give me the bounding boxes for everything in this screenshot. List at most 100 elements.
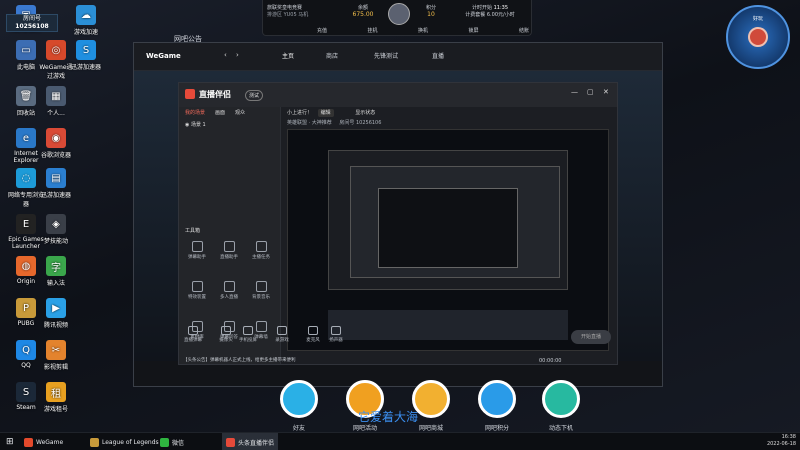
bottom-tool-3[interactable]: 录游戏 <box>269 326 295 343</box>
xunyou-icon: S <box>76 40 96 60</box>
qq-icon: Q <box>16 340 36 360</box>
start-stream-button[interactable]: 开始直播 <box>571 330 611 344</box>
tab-pioneer-test[interactable]: 先锋测试 <box>374 51 398 60</box>
desktop-icon-label: 游戏租号 <box>43 406 68 413</box>
room-badge: 房间号 10256108 <box>6 14 58 32</box>
desktop-video-edit-shortcut[interactable]: ✂ 影视剪辑 <box>38 340 74 371</box>
desktop-icon-label: 迅游加速器 <box>40 192 71 199</box>
clock[interactable]: 16:38 2022-06-18 <box>767 434 796 448</box>
bottom-tool-icon <box>308 326 318 335</box>
game-boost-icon: ☁ <box>76 5 96 25</box>
avatar[interactable] <box>388 3 410 25</box>
dream-icon: ◈ <box>46 214 66 234</box>
tool-icon <box>223 241 235 252</box>
scene-item[interactable]: ◉ 场景 1 <box>185 121 206 128</box>
tool-4[interactable]: 多人直播 <box>215 281 243 300</box>
maximize-icon[interactable]: ▢ <box>587 88 594 96</box>
hangup-button[interactable]: 挂机 <box>367 27 377 34</box>
stream-caption: 它爱着大海 <box>358 410 419 424</box>
desktop-icon-label: 游戏加速 <box>73 29 98 36</box>
desktop-rent-shortcut[interactable]: 租游戏租号 <box>38 382 74 413</box>
minimize-icon[interactable]: — <box>571 88 578 96</box>
category[interactable]: 英雄联盟 · 大神推荐 <box>287 120 332 126</box>
tab-home[interactable]: 主页 <box>282 51 294 60</box>
tool-label: 弹幕助手 <box>188 255 206 260</box>
floating-widget-label: 好玩 <box>752 16 763 22</box>
tool-icon <box>191 281 203 292</box>
tab-store[interactable]: 商店 <box>326 51 338 60</box>
checkout-button[interactable]: 结账 <box>519 27 529 34</box>
clock-date: 2022-06-18 <box>766 441 796 447</box>
tool-0[interactable]: 弹幕助手 <box>183 241 211 260</box>
steam-icon: S <box>16 382 36 402</box>
taskbar-item-label: League of Legends <box>102 438 159 446</box>
notice-bar: 【头条公告】弹幕机器人正式上线，给更多主播带来便利 <box>183 358 296 363</box>
stream-preview <box>287 129 609 351</box>
bottom-tool-icon <box>277 326 287 335</box>
tab-screen[interactable]: 画面 <box>215 109 225 116</box>
forward-icon[interactable]: › <box>236 51 239 59</box>
desktop-game-boost-shortcut[interactable]: ☁ 游戏加速 <box>68 5 104 36</box>
tool-1[interactable]: 直播助手 <box>215 241 243 260</box>
taskbar-item-0[interactable]: WeGame <box>20 433 67 450</box>
stats-title: 旅联奖皇电竞赛 <box>267 5 303 11</box>
tool-3[interactable]: 特效装置 <box>183 281 211 300</box>
bottom-tool-label: 直播弹幕 <box>184 338 202 343</box>
desktop-icon-label: 谷歌浏览器 <box>40 152 71 159</box>
zhibo-title: 直播伴侣 <box>199 90 231 99</box>
bottom-tool-5[interactable]: 扬声器 <box>323 326 349 343</box>
pubg-icon: P <box>16 298 36 318</box>
desktop-dream-shortcut[interactable]: ◈ 梦技能动 <box>38 214 74 245</box>
netbrowser-icon: ◌ <box>16 168 36 188</box>
bottom-tool-0[interactable]: 直播弹幕 <box>180 326 206 343</box>
floating-widget[interactable]: 好玩 <box>726 5 790 69</box>
tool-label: 主播任务 <box>252 255 270 260</box>
tencent-video-icon: ▶ <box>46 298 66 318</box>
origin-icon: ◍ <box>16 256 36 276</box>
app-icon <box>226 437 235 447</box>
desktop-input-method-shortcut[interactable]: 字输入法 <box>38 256 74 287</box>
gold-value: 675.00 <box>352 11 374 18</box>
taskbar-item-1[interactable]: League of Legends <box>86 433 163 450</box>
friends-button[interactable] <box>280 380 318 418</box>
eye-icon: ◉ <box>185 122 190 128</box>
desktop-personal-shortcut[interactable]: ▦ 个人... <box>38 86 74 117</box>
desktop-icon-label: 梦技能动 <box>43 238 68 245</box>
lock-screen-button[interactable]: 锁屏 <box>468 27 478 34</box>
start-button[interactable]: ⊞ <box>2 433 18 450</box>
stream-title-row: 小上进行！ 编辑 显示状态 <box>287 109 607 117</box>
desktop-chrome-shortcut[interactable]: ◉ 谷歌浏览器 <box>38 128 74 159</box>
tool-label: 直播助手 <box>220 255 238 260</box>
desktop-xunyou2-shortcut[interactable]: ▤ 迅游加速器 <box>38 168 74 199</box>
bottom-tool-label: 扬声器 <box>329 338 343 343</box>
netcafe-points-button[interactable] <box>478 380 516 418</box>
close-icon[interactable]: ✕ <box>603 88 609 96</box>
tool-5[interactable]: 背景音乐 <box>247 281 275 300</box>
back-icon[interactable]: ‹ <box>224 51 227 59</box>
tab-live[interactable]: 直播 <box>432 51 444 60</box>
room-id: 房间号 10256106 <box>339 120 382 126</box>
edit-title-button[interactable]: 编辑 <box>317 109 334 117</box>
version-badge: 测试 <box>245 90 264 101</box>
tab-audience[interactable]: 观众 <box>235 109 245 116</box>
switch-machine-button[interactable]: 换机 <box>418 27 428 34</box>
desktop-xunyou-shortcut[interactable]: S 迅游加速器 <box>68 40 104 71</box>
clock-time: 16:38 <box>781 434 796 440</box>
taskbar-item-3[interactable]: 头条直播伴侣 <box>222 433 279 450</box>
desktop-icon-label: 影视剪辑 <box>43 364 68 371</box>
recharge-button[interactable]: 充值 <box>317 27 327 34</box>
gold-label: 余额 <box>357 5 368 11</box>
rent-icon: 租 <box>46 382 66 402</box>
bottom-tool-label: 手机投屏 <box>239 338 257 343</box>
bottom-tool-icon <box>221 326 231 335</box>
tool-2[interactable]: 主播任务 <box>247 241 275 260</box>
desktop-tencent-video-shortcut[interactable]: ▶ 腾讯视频 <box>38 298 74 329</box>
bottom-tool-2[interactable]: 手机投屏 <box>235 326 261 343</box>
tool-icon <box>255 241 267 252</box>
swirl-icon <box>748 27 768 47</box>
desktop-icon-label: 输入法 <box>46 280 65 287</box>
taskbar-item-label: 头条直播伴侣 <box>238 439 275 447</box>
taskbar-item-2[interactable]: 微信 <box>156 433 188 450</box>
logout-button[interactable] <box>542 380 580 418</box>
tab-my-scene[interactable]: 我的场景 <box>185 109 205 116</box>
